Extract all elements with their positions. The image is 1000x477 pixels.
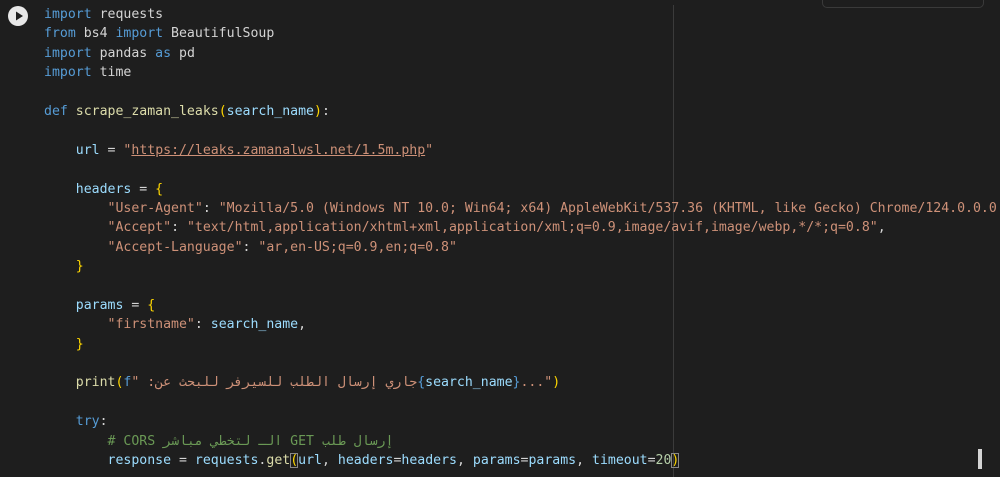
operator: =	[131, 181, 156, 197]
punctuation: ,	[576, 452, 592, 468]
bracket: {	[155, 181, 164, 197]
bracket-highlighted: )	[671, 452, 680, 468]
keyword: import	[44, 65, 92, 81]
keyword: from	[44, 26, 76, 42]
variable: url	[75, 142, 100, 158]
code-line: response = requests.get(url, headers=hea…	[44, 451, 1000, 470]
module-name: requests	[91, 7, 164, 22]
bracket: )	[314, 103, 322, 119]
bracket: }	[75, 259, 84, 275]
module-name: pandas	[91, 45, 156, 61]
string-tail: ..."	[520, 375, 553, 391]
bracket: (	[218, 103, 227, 119]
code-line: import requests	[44, 5, 1000, 24]
interpolated-variable: search_name	[425, 375, 513, 391]
code-line: from bs4 import BeautifulSoup	[44, 24, 1000, 43]
punctuation: :	[242, 239, 259, 255]
string-value: "text/html,application/xhtml+xml,applica…	[186, 220, 878, 236]
variable: search_name	[210, 317, 299, 333]
function-call: get	[266, 452, 291, 468]
code-line: def scrape_zaman_leaks(search_name):	[44, 102, 1000, 121]
punctuation: ,	[456, 452, 473, 468]
run-cell-button[interactable]	[8, 6, 28, 26]
bracket: }	[75, 336, 84, 352]
variable: params	[75, 297, 124, 313]
code-line: "firstname": search_name,	[44, 315, 1000, 334]
keyword: import	[44, 45, 92, 61]
argument: url	[298, 452, 322, 468]
number-literal: 20	[655, 452, 672, 468]
code-line: "Accept-Language": "ar,en-US;q=0.9,en;q=…	[44, 238, 1000, 257]
operator: =	[171, 452, 195, 468]
code-line: }	[44, 257, 1000, 276]
keyword: import	[115, 26, 164, 42]
keyword: try	[75, 414, 100, 430]
keyword-argument: timeout	[592, 452, 648, 468]
code-line: }	[44, 335, 1000, 354]
text-cursor	[978, 449, 982, 469]
string-value: "ar,en-US;q=0.9,en;q=0.8"	[258, 239, 457, 255]
string-quote: "	[425, 142, 434, 158]
operator: =	[123, 297, 148, 313]
module-name: time	[91, 65, 132, 81]
argument: headers	[401, 452, 457, 468]
operator: =	[647, 452, 656, 468]
code-line: headers = {	[44, 180, 1000, 199]
keyword-argument: headers	[337, 452, 394, 468]
keyword: def	[44, 103, 68, 119]
module-reference: requests	[194, 452, 259, 468]
punctuation: :	[194, 317, 211, 333]
bracket: {	[147, 297, 156, 313]
code-line: params = {	[44, 296, 1000, 315]
bracket-highlighted: (	[290, 452, 299, 468]
bracket: )	[552, 375, 561, 391]
punctuation: :	[202, 200, 219, 216]
module-alias: pd	[171, 45, 195, 61]
code-line: import pandas as pd	[44, 44, 1000, 63]
code-line: # إرسال طلب GET الـ لتخطي مباشر CORS	[44, 432, 1000, 451]
imported-name: BeautifulSoup	[163, 26, 275, 42]
punctuation: ,	[877, 220, 886, 236]
keyword: as	[155, 45, 172, 61]
module-name: bs4	[75, 26, 116, 42]
code-editor[interactable]: import requests from bs4 import Beautifu…	[44, 5, 1000, 477]
code-line: "User-Agent": "Mozilla/5.0 (Windows NT 1…	[44, 199, 1000, 218]
dict-key: "Accept"	[107, 220, 172, 236]
function-call: print	[75, 375, 116, 391]
code-line: print(f"جاري إرسال الطلب للسيرفر للبحث ع…	[44, 373, 1000, 392]
punctuation: :	[321, 103, 330, 119]
url-link[interactable]: https://leaks.zamanalwsl.net/1.5m.php	[131, 143, 425, 158]
function-name: scrape_zaman_leaks	[75, 103, 219, 119]
play-icon	[16, 11, 23, 21]
dict-key: "User-Agent"	[107, 200, 203, 216]
code-line: try:	[44, 412, 1000, 431]
punctuation: :	[99, 414, 108, 430]
keyword: import	[44, 7, 92, 22]
comment-text: إرسال طلب GET الـ لتخطي مباشر CORS	[123, 433, 394, 449]
code-line: "Accept": "text/html,application/xhtml+x…	[44, 218, 1000, 237]
arabic-string: جاري إرسال الطلب للسيرفر للبحث عن:	[139, 375, 418, 391]
variable: headers	[75, 181, 132, 197]
code-line: import time	[44, 63, 1000, 82]
parameter: search_name	[226, 103, 314, 119]
argument: params	[528, 452, 577, 468]
punctuation: :	[171, 220, 187, 236]
keyword-argument: params	[472, 452, 521, 468]
dict-key: "firstname"	[107, 317, 195, 333]
punctuation: ,	[321, 452, 338, 468]
punctuation: ,	[298, 317, 307, 333]
string-value: "Mozilla/5.0 (Windows NT 10.0; Win64; x6…	[218, 200, 997, 216]
code-line: url = "https://leaks.zamanalwsl.net/1.5m…	[44, 141, 1000, 160]
comment-hash: #	[107, 433, 124, 449]
variable: response	[107, 452, 172, 468]
dict-key: "Accept-Language"	[107, 239, 243, 255]
interpolation-brace: {	[417, 375, 426, 391]
operator: =	[99, 142, 124, 158]
